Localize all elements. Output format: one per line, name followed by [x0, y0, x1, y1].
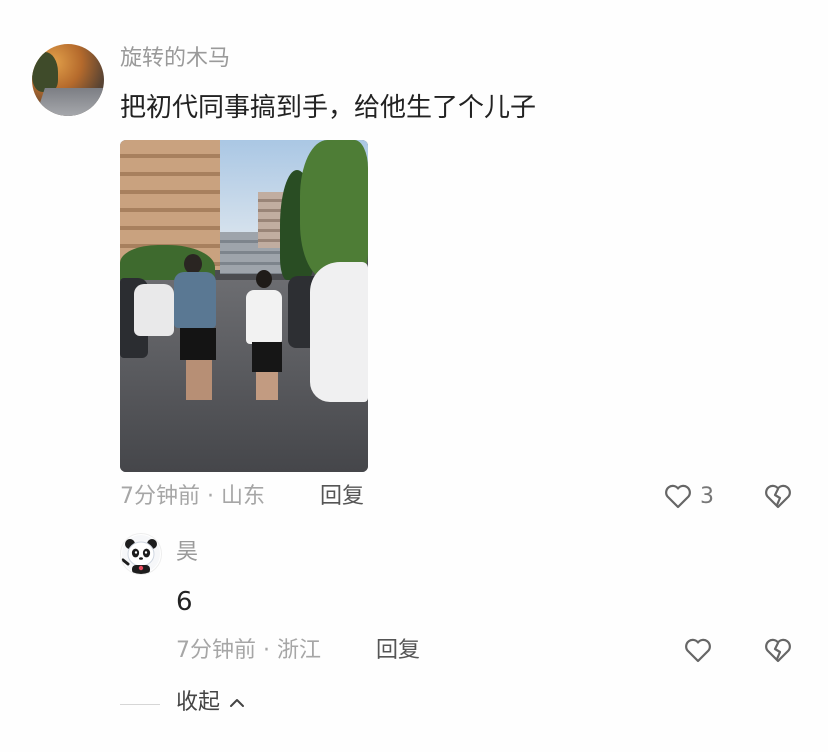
comment-text: 把初代同事搞到手，给他生了个儿子 [120, 93, 537, 123]
dislike-button[interactable] [762, 480, 794, 512]
panda-avatar-icon [121, 535, 160, 574]
broken-heart-icon [765, 484, 791, 509]
avatar[interactable] [32, 44, 104, 116]
reply-dislike-button[interactable] [762, 634, 794, 666]
reply-button[interactable]: 回复 [320, 482, 364, 512]
heart-outline-icon [665, 484, 691, 509]
reply-username[interactable]: 昊 [176, 538, 198, 568]
reply-text: 6 [176, 587, 193, 617]
comment-meta: 7分钟前 · 山东 [120, 484, 265, 509]
reply-meta: 7分钟前 · 浙江 [176, 638, 321, 663]
comment-photo[interactable] [120, 140, 368, 472]
chevron-up-icon [230, 699, 245, 707]
comment-username[interactable]: 旋转的木马 [120, 44, 230, 74]
like-button[interactable] [662, 480, 694, 512]
collapse-label: 收起 [176, 690, 221, 715]
reply-like-button[interactable] [682, 634, 714, 666]
collapse-button[interactable]: 收起 [176, 688, 245, 718]
heart-outline-icon [685, 638, 711, 663]
reply-reply-button[interactable]: 回复 [376, 636, 420, 666]
comment-thread: 旋转的木马 把初代同事搞到手，给他生了个儿子 7分钟前 · 山东 回复 3 昊 … [0, 0, 828, 752]
divider [120, 704, 160, 705]
like-count: 3 [700, 484, 714, 509]
reply-avatar[interactable] [120, 533, 162, 575]
broken-heart-icon [765, 638, 791, 663]
